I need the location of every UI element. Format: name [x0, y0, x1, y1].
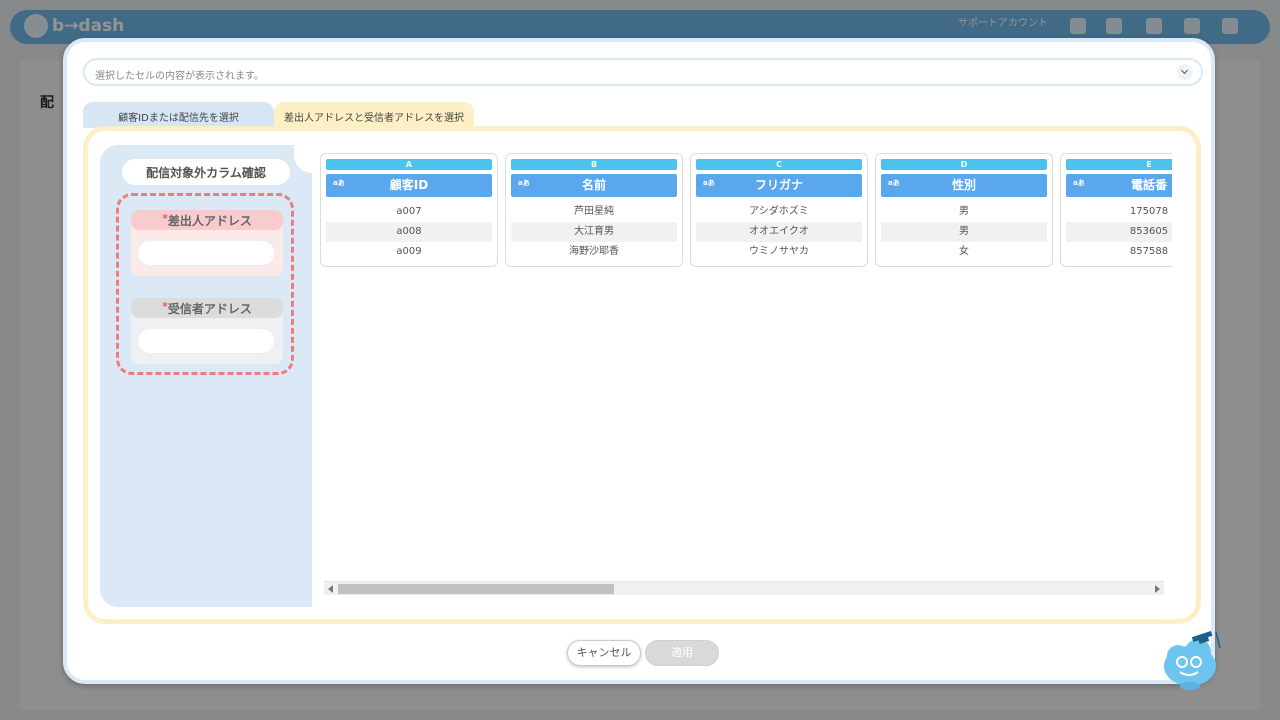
receiver-address-text: 受信者アドレス: [167, 302, 252, 316]
column-name: 顧客ID: [389, 178, 429, 192]
column-grid: A aあ 顧客ID a007 a008 a009 B aあ 名前 芦田星純 大江育男…: [312, 145, 1184, 607]
table-cell[interactable]: ウミノサヤカ: [696, 242, 862, 262]
column-card-e[interactable]: E aあ 電話番 175078 853605 857588: [1060, 153, 1172, 267]
column-name: 電話番: [1130, 178, 1167, 192]
column-list: A aあ 顧客ID a007 a008 a009 B aあ 名前 芦田星純 大江育男…: [320, 153, 1172, 271]
column-header: aあ 性別: [881, 174, 1047, 197]
address-drop-zone: *差出人アドレス *受信者アドレス: [116, 193, 294, 375]
text-type-icon: aあ: [888, 179, 900, 187]
side-panel: 配信対象外カラム確認 *差出人アドレス *受信者アドレス: [100, 145, 312, 607]
sender-address-text: 差出人アドレス: [167, 214, 252, 228]
receiver-address-label: *受信者アドレス: [131, 298, 283, 318]
table-cell[interactable]: 175078: [1066, 202, 1172, 222]
column-header: aあ 名前: [511, 174, 677, 197]
table-cell[interactable]: 853605: [1066, 222, 1172, 242]
table-cell[interactable]: 男: [881, 202, 1047, 222]
table-cell[interactable]: 男: [881, 222, 1047, 242]
scrollbar-thumb[interactable]: [338, 584, 614, 594]
column-select-modal: 選択したセルの内容が表示されます。 顧客IDまたは配信先を選択 差出人アドレスと…: [63, 38, 1215, 684]
column-card-c[interactable]: C aあ フリガナ アシダホズミ オオエイクオ ウミノサヤカ: [690, 153, 868, 267]
receiver-address-input[interactable]: [137, 328, 275, 354]
table-cell[interactable]: 大江育男: [511, 222, 677, 242]
table-cell[interactable]: オオエイクオ: [696, 222, 862, 242]
column-name: フリガナ: [754, 178, 803, 192]
column-name: 性別: [951, 178, 976, 192]
table-cell[interactable]: 芦田星純: [511, 202, 677, 222]
column-letter: A: [326, 159, 492, 170]
column-header: aあ 顧客ID: [326, 174, 492, 197]
scroll-right-icon[interactable]: [1155, 585, 1160, 593]
column-header: aあ フリガナ: [696, 174, 862, 197]
selected-cell-bar[interactable]: 選択したセルの内容が表示されます。: [83, 58, 1203, 86]
table-cell[interactable]: アシダホズミ: [696, 202, 862, 222]
table-cell[interactable]: 女: [881, 242, 1047, 262]
table-cell[interactable]: 海野沙耶香: [511, 242, 677, 262]
selected-cell-text: 選択したセルの内容が表示されます。: [95, 71, 264, 82]
column-name: 名前: [581, 178, 606, 192]
chevron-down-icon[interactable]: [1177, 64, 1193, 80]
sender-address-group: *差出人アドレス: [131, 210, 283, 276]
column-letter: E: [1066, 159, 1172, 170]
column-letter: C: [696, 159, 862, 170]
text-type-icon: aあ: [1073, 179, 1085, 187]
mascot-character-icon[interactable]: [1160, 626, 1228, 692]
column-card-b[interactable]: B aあ 名前 芦田星純 大江育男 海野沙耶香: [505, 153, 683, 267]
tab-sender-receiver[interactable]: 差出人アドレスと受信者アドレスを選択: [274, 102, 474, 128]
scroll-left-icon[interactable]: [328, 585, 333, 593]
tab-customer-id[interactable]: 顧客IDまたは配信先を選択: [83, 102, 274, 128]
horizontal-scrollbar[interactable]: [324, 581, 1164, 595]
apply-button[interactable]: 適用: [645, 640, 719, 666]
text-type-icon: aあ: [333, 179, 345, 187]
sender-address-label: *差出人アドレス: [131, 210, 283, 230]
table-cell[interactable]: a007: [326, 202, 492, 222]
column-letter: B: [511, 159, 677, 170]
selection-panel: 配信対象外カラム確認 *差出人アドレス *受信者アドレス A aあ 顧客ID a0…: [83, 126, 1201, 624]
text-type-icon: aあ: [703, 179, 715, 187]
column-card-a[interactable]: A aあ 顧客ID a007 a008 a009: [320, 153, 498, 267]
column-card-d[interactable]: D aあ 性別 男 男 女: [875, 153, 1053, 267]
table-cell[interactable]: a008: [326, 222, 492, 242]
cancel-button[interactable]: キャンセル: [567, 640, 641, 666]
receiver-address-group: *受信者アドレス: [131, 298, 283, 364]
table-cell[interactable]: 857588: [1066, 242, 1172, 262]
sender-address-input[interactable]: [137, 240, 275, 266]
side-notch: [294, 145, 312, 173]
text-type-icon: aあ: [518, 179, 530, 187]
table-cell[interactable]: a009: [326, 242, 492, 262]
excluded-column-check-button[interactable]: 配信対象外カラム確認: [122, 159, 290, 185]
column-header: aあ 電話番: [1066, 174, 1172, 197]
column-letter: D: [881, 159, 1047, 170]
